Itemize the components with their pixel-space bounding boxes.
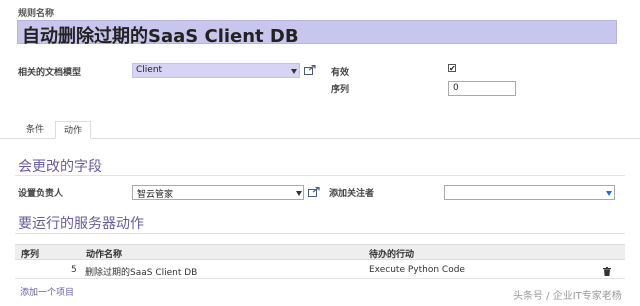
responsible-label: 设置负责人: [18, 189, 64, 199]
external-link-icon[interactable]: [308, 187, 320, 197]
column-header-sequence[interactable]: 序列: [21, 247, 39, 260]
sequence-label: 序列: [331, 85, 350, 95]
followers-label: 添加关注者: [329, 189, 375, 199]
section-divider: [15, 233, 625, 234]
add-item-link[interactable]: 添加一个项目: [20, 285, 74, 298]
row-divider: [15, 278, 625, 279]
fields-section-title: 会更改的字段: [18, 159, 102, 175]
model-select-value: Client: [136, 65, 163, 75]
section-divider: [15, 175, 625, 176]
dropdown-caret-icon: [291, 69, 297, 74]
rule-name-input[interactable]: 自动删除过期的SaaS Client DB: [17, 20, 617, 47]
row-sequence: 5: [71, 265, 77, 275]
rule-name-label: 规则名称: [18, 9, 55, 19]
responsible-select[interactable]: 智云管家: [132, 185, 304, 200]
rule-name-value: 自动删除过期的SaaS Client DB: [22, 26, 299, 47]
column-header-action-name[interactable]: 动作名称: [86, 247, 122, 260]
active-checkbox[interactable]: ✔: [448, 64, 456, 73]
responsible-value: 智云管家: [137, 190, 174, 200]
row-action-name: 删除过期的SaaS Client DB: [85, 268, 198, 278]
row-todo-action: Execute Python Code: [369, 265, 465, 275]
tab-conditions[interactable]: 条件: [18, 121, 52, 139]
model-label: 相关的文档模型: [18, 68, 82, 78]
external-link-icon[interactable]: [304, 65, 316, 75]
watermark-text: 头条号 / 企业IT专家老杨: [513, 291, 622, 302]
actions-section-title: 要运行的服务器动作: [18, 216, 144, 232]
sequence-input[interactable]: 0: [448, 81, 516, 96]
tabs-divider: [0, 138, 640, 139]
trash-icon[interactable]: [603, 267, 611, 276]
column-header-todo-action[interactable]: 待办的行动: [369, 247, 414, 260]
model-select[interactable]: Client: [132, 63, 300, 78]
followers-select[interactable]: [444, 185, 615, 200]
dropdown-caret-icon: [606, 191, 612, 196]
tab-actions[interactable]: 动作: [55, 121, 92, 139]
active-label: 有效: [331, 68, 350, 78]
actions-table-header: 序列 动作名称 待办的行动: [15, 244, 625, 260]
sequence-value: 0: [453, 83, 459, 93]
dropdown-caret-icon: [296, 191, 302, 196]
